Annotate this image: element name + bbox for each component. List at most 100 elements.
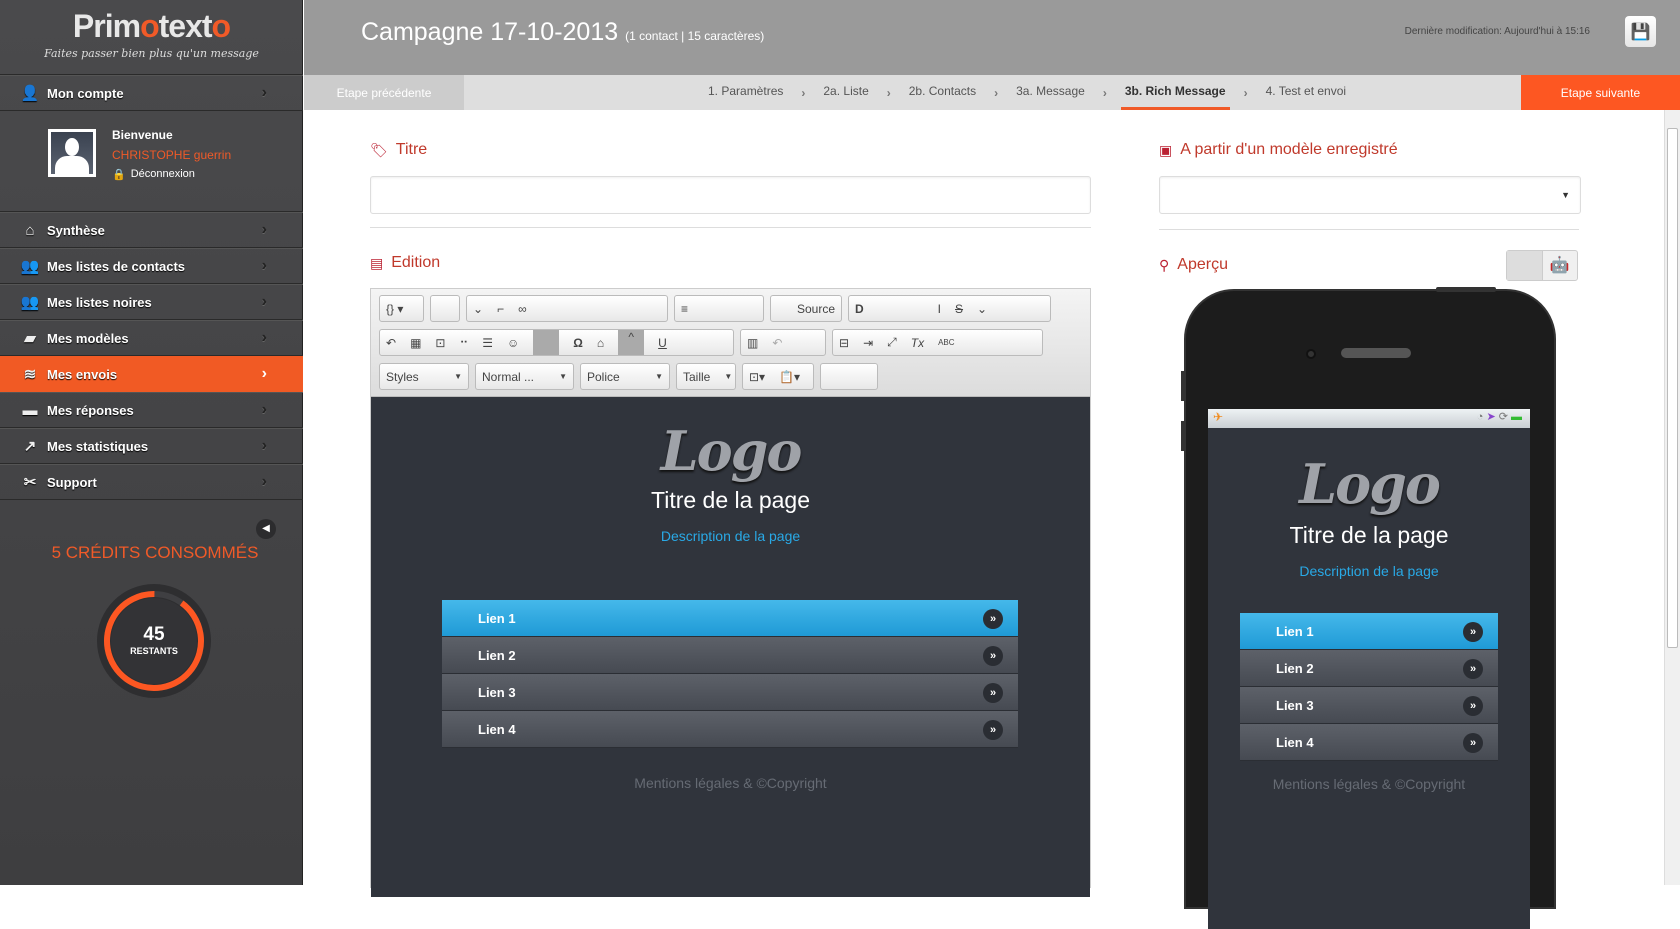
size-dropdown[interactable]: Taille ▼ <box>676 363 736 390</box>
sidebar-item-label: Support <box>47 474 97 490</box>
step-tab[interactable]: 3a. Message <box>1012 75 1089 110</box>
scrollbar[interactable] <box>1664 110 1680 885</box>
preview-label: ⚲ Aperçu <box>1159 256 1228 274</box>
content-link[interactable]: Lien 1 » <box>442 600 1018 637</box>
link-label: Lien 3 <box>1276 697 1314 713</box>
content-link[interactable]: Lien 4 » <box>1240 724 1498 761</box>
credits-consumed: 5 CRÉDITS CONSOMMÉS <box>51 543 259 562</box>
link-label: Lien 2 <box>1276 660 1314 676</box>
toolbar-group[interactable]: D I S ⌄ <box>848 295 1051 322</box>
chevron-right-icon: › <box>261 293 267 310</box>
step-tab[interactable]: 3b. Rich Message <box>1120 75 1230 110</box>
device-toggle: 🤖 <box>1506 250 1578 281</box>
sidebar: Primotexto Faites passer bien plus qu'un… <box>0 0 303 885</box>
content-link[interactable]: Lien 2 » <box>442 637 1018 674</box>
editor-content[interactable]: Logo Titre de la page Description de la … <box>371 397 1090 897</box>
content-link[interactable]: Lien 3 » <box>1240 687 1498 724</box>
preview-page-title: Titre de la page <box>1289 522 1449 548</box>
previous-step-button[interactable]: Etape précédente <box>304 75 464 110</box>
content-link[interactable]: Lien 3 » <box>442 674 1018 711</box>
sidebar-item-label: Mes modèles <box>47 330 129 346</box>
toolbar-button[interactable] <box>820 363 878 390</box>
collapse-sidebar-button[interactable]: ◀ <box>256 519 276 539</box>
model-select[interactable]: ▼ <box>1159 176 1581 214</box>
sidebar-item-label: Mes réponses <box>47 402 134 418</box>
styles-dropdown[interactable]: Styles ▼ <box>379 363 469 390</box>
step-tab[interactable]: 2a. Liste <box>819 75 872 110</box>
chevron-right-icon: › <box>261 365 267 382</box>
logo-text: text <box>158 8 213 44</box>
toolbar-group[interactable]: ⌄ ⌐ ∞ <box>466 295 668 322</box>
toolbar-button[interactable] <box>430 295 460 322</box>
brand-logo[interactable]: Primotexto Faites passer bien plus qu'un… <box>0 0 303 75</box>
toolbar-group[interactable]: ▥ ↶ <box>740 329 826 356</box>
step-tab[interactable]: 1. Paramètres <box>704 75 787 110</box>
sidebar-item-tools[interactable]: ✂ Support › <box>0 464 303 500</box>
android-icon[interactable]: 🤖 <box>1541 251 1578 280</box>
bold-icon: D <box>855 301 864 316</box>
title-label-text: Titre <box>395 141 428 158</box>
content-link[interactable]: Lien 1 » <box>1240 613 1498 650</box>
link-label: Lien 1 <box>1276 623 1314 639</box>
tools-icon: ✂ <box>23 474 37 491</box>
remove-format-icon: Tx <box>910 335 925 350</box>
content-page-description[interactable]: Description de la page <box>371 528 1090 544</box>
image-icon: ⊡ <box>435 335 446 350</box>
sidebar-item-label: Mon compte <box>47 85 124 101</box>
user-panel: Bienvenue CHRISTOPHE guerrin 🔒 Déconnexio… <box>0 111 303 212</box>
edition-label: ▤ Edition <box>370 254 440 272</box>
scrollbar-thumb[interactable] <box>1667 128 1678 648</box>
logo-text: o <box>140 8 160 44</box>
content-link[interactable]: Lien 2 » <box>1240 650 1498 687</box>
sidebar-item-comment[interactable]: ▬ Mes réponses › <box>0 392 303 428</box>
model-label: ▣ A partir d'un modèle enregistré <box>1159 141 1398 159</box>
source-button[interactable]: Source <box>770 295 842 322</box>
save-button[interactable]: 💾 <box>1625 16 1656 47</box>
link-label: Lien 2 <box>478 647 516 663</box>
numbered-list-icon: ⠒ <box>459 335 469 350</box>
placeholder-dropdown[interactable]: {} ▾ <box>379 295 424 322</box>
sidebar-item-home[interactable]: ⌂ Synthèse › <box>0 212 303 248</box>
content-page-title: Titre de la page <box>651 487 810 513</box>
sidebar-item-label: Mes statistiques <box>47 438 149 454</box>
sidebar-item-users[interactable]: 👥 Mes listes de contacts › <box>0 248 303 284</box>
dropdown-arrow-icon: ▼ <box>454 372 462 381</box>
toolbar-group[interactable]: ⊟ ⇥ ⤢ Tx ABC <box>832 329 1043 356</box>
toolbar-group[interactable]: ⊡▾ 📋▾ <box>742 363 814 390</box>
indent-icon: ⇥ <box>863 335 874 350</box>
chevron-right-icon: › <box>261 84 267 101</box>
color-button <box>533 330 560 355</box>
iframe-icon: ⌂ <box>596 335 605 350</box>
chart-icon: ↗ <box>23 438 37 455</box>
phone-status-bar: ✈ ◔ ➤ ⟳ ▬ <box>1208 409 1530 428</box>
airplane-icon: ✈ <box>1213 410 1224 424</box>
logout-link[interactable]: 🔒 Déconnexion <box>112 168 195 181</box>
double-chevron-right-icon: » <box>1463 659 1483 679</box>
sidebar-item-wifi[interactable]: ≋ Mes envois › <box>0 356 303 392</box>
content-link[interactable]: Lien 4 » <box>442 711 1018 748</box>
format-dropdown[interactable]: Normal ... ▼ <box>475 363 574 390</box>
divider <box>370 227 1091 228</box>
step-tab[interactable]: 2b. Contacts <box>905 75 980 110</box>
sidebar-item-account[interactable]: 👤 Mon compte › <box>0 75 303 111</box>
content-links: Lien 1 » Lien 2 » Lien 3 » Lien 4 » <box>442 600 1018 748</box>
next-step-button[interactable]: Etape suivante <box>1521 75 1680 110</box>
toolbar-group[interactable]: ≡ <box>674 295 764 322</box>
logo-text: Prim <box>72 8 141 44</box>
superscript-icon: ^ <box>618 330 645 355</box>
omega-icon: Ω <box>573 335 583 350</box>
title-input[interactable] <box>370 176 1091 214</box>
sidebar-item-chart[interactable]: ↗ Mes statistiques › <box>0 428 303 464</box>
undo-icon: ↶ <box>386 335 397 350</box>
preview-page-description: Description de la page <box>1299 563 1439 579</box>
sidebar-item-folder[interactable]: ▰ Mes modèles › <box>0 320 303 356</box>
divider <box>1159 229 1579 230</box>
content-footer[interactable]: Mentions légales & ©Copyright <box>371 775 1090 791</box>
toolbar-group[interactable]: ↶ ▦ ⊡ ⠒ ☰ ☺ Ω ⌂ ^ U <box>379 329 734 356</box>
sidebar-item-users-block[interactable]: 👥 Mes listes noires › <box>0 284 303 320</box>
font-dropdown[interactable]: Police ▼ <box>580 363 670 390</box>
step-tab[interactable]: 4. Test et envoi <box>1262 75 1351 110</box>
apple-icon[interactable] <box>1507 251 1542 280</box>
floppy-disk-icon: 💾 <box>1630 23 1651 41</box>
chevron-right-icon: › <box>1102 85 1107 100</box>
